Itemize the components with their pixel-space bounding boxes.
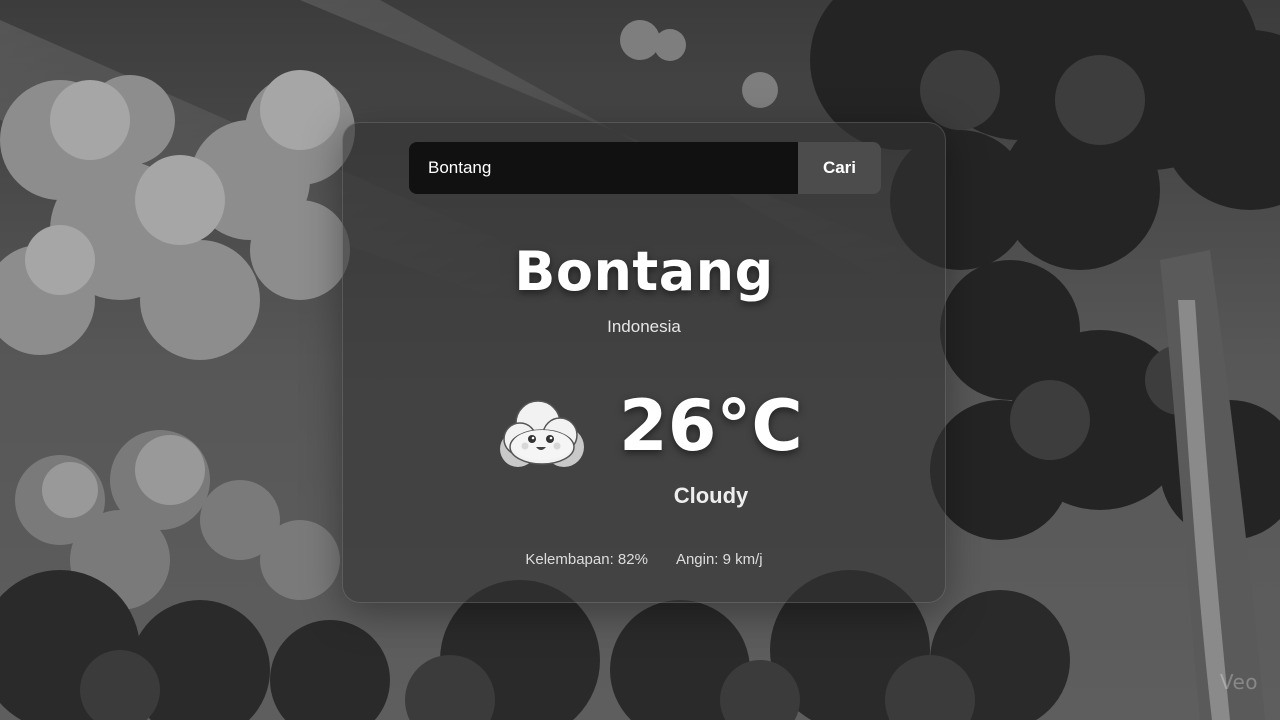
watermark: Veo: [1219, 670, 1258, 694]
search-bar: Cari: [409, 142, 881, 194]
weather-details: Kelembapan: 82% Angin: 9 km/j: [343, 551, 945, 568]
temperature: 26°C: [619, 385, 803, 467]
city-name: Bontang: [514, 240, 774, 303]
search-button[interactable]: Cari: [798, 142, 881, 194]
city-search-input[interactable]: [409, 142, 798, 194]
weather-condition: Cloudy: [673, 483, 749, 508]
wind-label: Angin: 9 km/j: [675, 551, 763, 568]
humidity-label: Kelembapan: 82%: [525, 551, 648, 568]
country-name: Indonesia: [607, 317, 681, 336]
weather-card: Cari Bontang Indonesia 26°C Cloudy Kelem…: [342, 122, 946, 603]
cloud-icon: [500, 400, 584, 467]
